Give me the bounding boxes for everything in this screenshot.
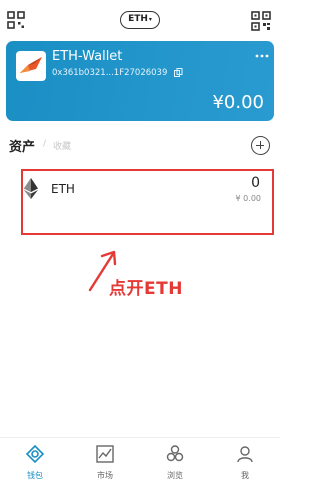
wallet-balance: ¥0.00 <box>212 92 264 113</box>
nav-label-wallet: 钱包 <box>27 471 43 480</box>
qr-code-icon[interactable] <box>251 11 271 31</box>
wallet-icon <box>26 445 44 463</box>
nav-label-browse: 浏览 <box>167 471 183 480</box>
chevron-down-icon: ▾ <box>148 16 152 23</box>
copy-icon[interactable] <box>174 68 183 77</box>
browse-icon <box>166 445 184 462</box>
wallet-card[interactable]: ETH-Wallet 0x361b0321...1F27026039 ¥0.00 <box>6 41 274 121</box>
annotation-text: 点开ETH <box>109 279 183 299</box>
nav-label-profile: 我 <box>241 471 249 480</box>
scan-icon[interactable] <box>7 11 25 29</box>
nav-label-market: 市场 <box>97 471 113 480</box>
nav-item-profile[interactable]: 我 <box>210 438 280 482</box>
network-label: ETH <box>128 14 148 24</box>
nav-item-wallet[interactable]: 钱包 <box>0 438 70 482</box>
nav-item-browse[interactable]: 浏览 <box>140 438 210 482</box>
tab-assets[interactable]: 资产 <box>9 136 35 155</box>
annotation-highlight-box <box>21 169 274 235</box>
wallet-address: 0x361b0321...1F27026039 <box>52 68 168 78</box>
tab-separator: / <box>43 139 47 149</box>
bottom-nav: 钱包 市场 浏览 我 <box>0 437 280 482</box>
wallet-name: ETH-Wallet <box>52 49 123 64</box>
add-asset-button[interactable] <box>251 136 270 155</box>
network-selector[interactable]: ETH▾ <box>120 11 160 29</box>
top-bar: ETH▾ <box>0 0 280 40</box>
asset-tabs: 资产 / 收藏 <box>0 132 280 158</box>
wallet-logo <box>16 51 46 81</box>
tab-collectibles[interactable]: 收藏 <box>53 139 71 152</box>
market-chart-icon <box>96 445 114 463</box>
profile-icon <box>237 446 253 463</box>
nav-item-market[interactable]: 市场 <box>70 438 140 482</box>
more-icon[interactable] <box>254 53 270 59</box>
